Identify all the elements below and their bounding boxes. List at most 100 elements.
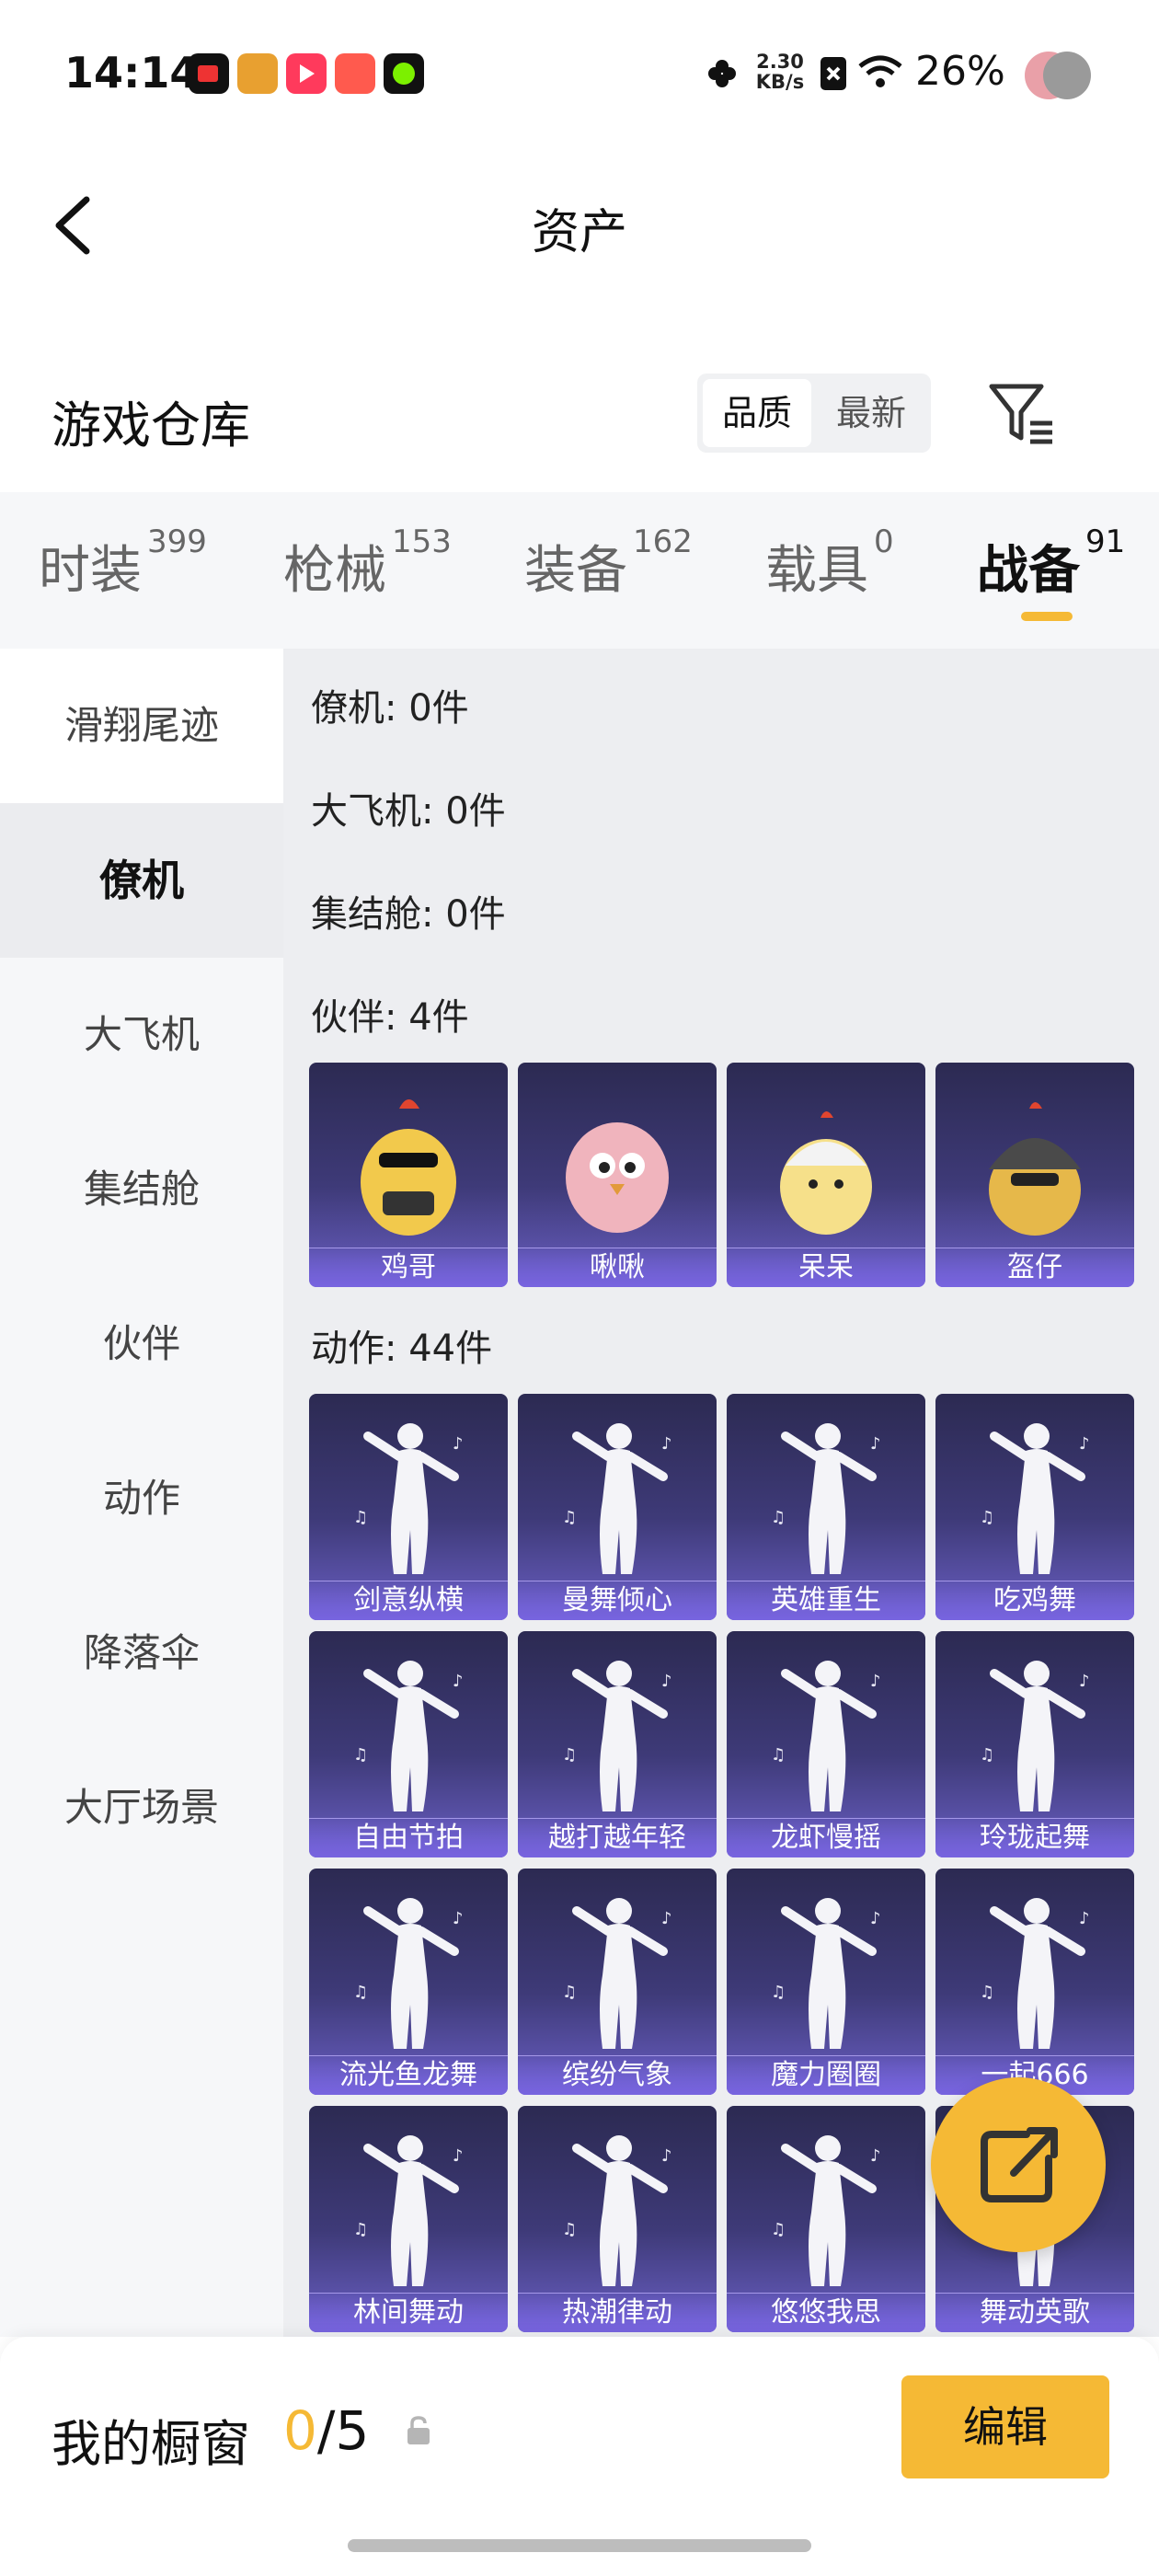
emote-card[interactable]: ♫ ♪ 林间舞动 xyxy=(309,2106,508,2332)
partner-card[interactable]: 鸡哥 xyxy=(309,1063,508,1287)
section-title-emote: 动作: 44件 xyxy=(311,1328,493,1370)
tab-equipment[interactable]: 装备 162 xyxy=(524,523,693,604)
page-title: 资产 xyxy=(531,205,627,260)
emote-card[interactable]: ♫ ♪ 玲珑起舞 xyxy=(935,1631,1134,1857)
partner-card[interactable]: 呆呆 xyxy=(727,1063,925,1287)
dancer-silhouette-icon: ♫♪ xyxy=(353,2135,464,2286)
emote-card[interactable]: ♫ ♪ 魔力圈圈 xyxy=(727,1869,925,2095)
emote-card[interactable]: ♫ ♪ 曼舞倾心 xyxy=(518,1394,717,1620)
emote-name: 自由节拍 xyxy=(309,1818,508,1857)
sidebar-item-wingman[interactable]: 僚机 xyxy=(0,803,283,958)
emote-name: 魔力圈圈 xyxy=(727,2055,925,2095)
emote-card[interactable]: ♫ ♪ 吃鸡舞 xyxy=(935,1394,1134,1620)
sort-quality-button[interactable]: 品质 xyxy=(703,379,811,447)
sidebar-item-plane[interactable]: 大飞机 xyxy=(0,958,283,1112)
tab-weapons[interactable]: 枪械 153 xyxy=(283,523,452,604)
sidebar-item-partner[interactable]: 伙伴 xyxy=(0,1267,283,1421)
svg-text:♪: ♪ xyxy=(453,1434,464,1454)
svg-text:♫: ♫ xyxy=(771,1508,786,1527)
sidebar-item-glide-trail[interactable]: 滑翔尾迹 xyxy=(0,649,283,803)
dancer-silhouette-icon: ♫♪ xyxy=(980,1661,1090,1811)
partner-name: 鸡哥 xyxy=(309,1248,508,1287)
emote-card[interactable]: ♫ ♪ 热潮律动 xyxy=(518,2106,717,2332)
tab-vehicles[interactable]: 载具 0 xyxy=(765,523,894,604)
emote-name: 越打越年轻 xyxy=(518,1818,717,1857)
svg-text:♫: ♫ xyxy=(562,2220,577,2239)
dancer-silhouette-icon: ♫♪ xyxy=(771,2135,881,2286)
emote-card[interactable]: ♫ ♪ 英雄重生 xyxy=(727,1394,925,1620)
app-icon xyxy=(286,53,327,94)
emote-name: 英雄重生 xyxy=(727,1581,925,1620)
battery-level: 26% xyxy=(915,48,1005,95)
app-icon xyxy=(335,53,375,94)
flower-icon xyxy=(708,60,736,87)
svg-text:♫: ♫ xyxy=(562,1983,577,2002)
svg-text:♪: ♪ xyxy=(661,1434,672,1454)
home-indicator[interactable] xyxy=(348,2539,811,2552)
dancer-silhouette-icon: ♫♪ xyxy=(980,1423,1090,1574)
sidebar-item-pod[interactable]: 集结舱 xyxy=(0,1112,283,1267)
edit-button[interactable]: 编辑 xyxy=(901,2375,1109,2478)
emote-card[interactable]: ♫ ♪ 悠悠我思 xyxy=(727,2106,925,2332)
svg-text:♪: ♪ xyxy=(453,1909,464,1928)
sim-off-icon xyxy=(820,57,846,90)
category-tabs: 时装 399 枪械 153 装备 162 载具 0 战备 91 xyxy=(0,492,1159,649)
emote-name: 舞动英歌 xyxy=(935,2293,1134,2332)
helmet-chick-icon xyxy=(989,1102,1081,1236)
svg-text:♫: ♫ xyxy=(980,1745,994,1765)
sidebar: 滑翔尾迹 僚机 大飞机 集结舱 伙伴 动作 降落伞 大厅场景 xyxy=(0,649,283,2337)
svg-text:♫: ♫ xyxy=(771,1983,786,2002)
svg-text:♪: ♪ xyxy=(1079,1672,1090,1691)
emote-name: 热潮律动 xyxy=(518,2293,717,2332)
emote-name: 曼舞倾心 xyxy=(518,1581,717,1620)
partner-card[interactable]: 盔仔 xyxy=(935,1063,1134,1287)
dancer-silhouette-icon: ♫♪ xyxy=(771,1423,881,1574)
svg-text:♫: ♫ xyxy=(562,1508,577,1527)
warehouse-title: 游戏仓库 xyxy=(52,397,250,454)
dancer-silhouette-icon: ♫♪ xyxy=(771,1661,881,1811)
dancer-silhouette-icon: ♫♪ xyxy=(771,1898,881,2049)
emote-card[interactable]: ♫ ♪ 一起666 xyxy=(935,1869,1134,2095)
emote-card[interactable]: ♫ ♪ 缤纷气象 xyxy=(518,1869,717,2095)
app-icon xyxy=(384,53,424,94)
emote-card[interactable]: ♫ ♪ 剑意纵横 xyxy=(309,1394,508,1620)
dancer-silhouette-icon: ♫♪ xyxy=(353,1661,464,1811)
partner-name: 呆呆 xyxy=(727,1248,925,1287)
svg-text:♪: ♪ xyxy=(661,1672,672,1691)
svg-text:♫: ♫ xyxy=(353,2220,368,2239)
filter-icon[interactable] xyxy=(984,377,1058,451)
svg-text:♫: ♫ xyxy=(353,1745,368,1765)
sort-latest-button[interactable]: 最新 xyxy=(817,379,925,447)
app-icon xyxy=(237,53,278,94)
emote-card[interactable]: ♫ ♪ 龙虾慢摇 xyxy=(727,1631,925,1857)
svg-text:♫: ♫ xyxy=(353,1508,368,1527)
share-external-icon xyxy=(981,2127,1058,2202)
partner-card[interactable]: 啾啾 xyxy=(518,1063,717,1287)
chicken-sunglasses-icon xyxy=(361,1099,456,1236)
svg-text:♫: ♫ xyxy=(771,1745,786,1765)
emote-name: 流光鱼龙舞 xyxy=(309,2055,508,2095)
svg-text:♪: ♪ xyxy=(870,1434,881,1454)
avatar-icon xyxy=(1025,52,1091,99)
emote-name: 林间舞动 xyxy=(309,2293,508,2332)
svg-text:♪: ♪ xyxy=(453,2146,464,2166)
emote-card[interactable]: ♫ ♪ 自由节拍 xyxy=(309,1631,508,1857)
showcase-label: 我的橱窗 xyxy=(52,2415,250,2473)
sidebar-item-lobby-scene[interactable]: 大厅场景 xyxy=(0,1731,283,1885)
emote-name: 悠悠我思 xyxy=(727,2293,925,2332)
tab-gear[interactable]: 战备 91 xyxy=(977,523,1125,604)
partner-name: 盔仔 xyxy=(935,1248,1134,1287)
dancer-silhouette-icon: ♫♪ xyxy=(562,1898,672,2049)
share-button[interactable] xyxy=(931,2077,1106,2252)
emote-card[interactable]: ♫ ♪ 越打越年轻 xyxy=(518,1631,717,1857)
dancer-silhouette-icon: ♫♪ xyxy=(980,1898,1090,2049)
svg-text:♪: ♪ xyxy=(661,2146,672,2166)
sidebar-item-parachute[interactable]: 降落伞 xyxy=(0,1576,283,1731)
tab-fashion[interactable]: 时装 399 xyxy=(39,523,207,604)
wifi-icon xyxy=(858,55,902,87)
sidebar-item-emote[interactable]: 动作 xyxy=(0,1421,283,1576)
emote-card[interactable]: ♫ ♪ 流光鱼龙舞 xyxy=(309,1869,508,2095)
tab-indicator xyxy=(1021,612,1073,621)
lock-icon xyxy=(407,2416,430,2444)
dancer-silhouette-icon: ♫♪ xyxy=(562,1661,672,1811)
